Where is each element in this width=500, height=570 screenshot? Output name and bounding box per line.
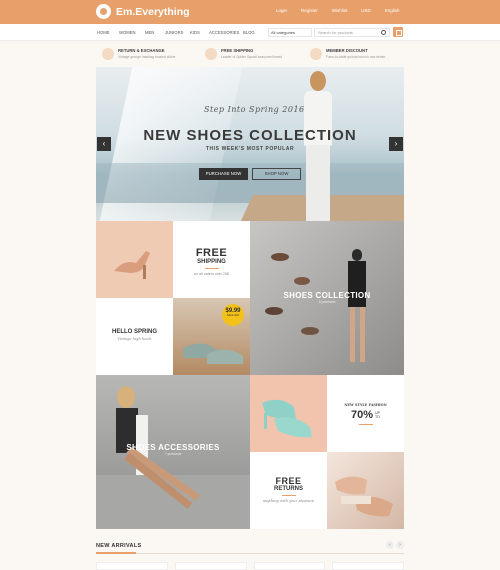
cart-icon[interactable] [393, 27, 403, 37]
nav-accessories[interactable]: ACCESSORIES [209, 30, 239, 35]
search-icon[interactable] [381, 30, 386, 35]
features-strip: RETURN & EXCHANGE Vintage grunge hashtag… [0, 41, 500, 67]
nav-kids[interactable]: KIDS [190, 30, 200, 35]
slider-prev-button[interactable]: ‹ [97, 137, 111, 151]
feature-sub: Farm-to-table quinoa brunch raw denim [326, 55, 386, 59]
mint-shoes-tile[interactable] [250, 375, 327, 452]
return-icon [102, 48, 114, 60]
nav-home[interactable]: HOME [97, 30, 110, 35]
slider-next-button[interactable]: › [389, 137, 403, 151]
category-select[interactable]: All categories [268, 28, 312, 37]
login-link[interactable]: Login [276, 8, 287, 13]
new-style-label: NEW STYLE FASHION [344, 403, 387, 407]
heels-image [335, 476, 393, 517]
top-bar: Em.Everything Login Register Wishlist US… [0, 0, 500, 24]
product-list [96, 562, 404, 570]
shoes-collection-note: 8 products [318, 300, 336, 304]
shoes-accessories-note: 7 products [164, 452, 182, 456]
top-links: Login Register Wishlist USD English [276, 8, 400, 13]
sandal-tile[interactable] [96, 221, 173, 298]
wishlist-link[interactable]: Wishlist [332, 8, 348, 13]
product-card[interactable] [253, 562, 326, 570]
nav-men[interactable]: MEN [145, 30, 154, 35]
product-card[interactable] [332, 562, 404, 570]
brand-name: Em.Everything [116, 5, 190, 18]
free-returns-tile[interactable]: FREE RETURNS anything with your pleasure [250, 452, 327, 529]
currency-select[interactable]: USD [361, 8, 371, 13]
hello-spring-title: HELLO SPRING [111, 329, 157, 335]
shoes-accessories-title: SHOES ACCESSORIES [126, 443, 220, 452]
arrivals-next-button[interactable]: › [396, 541, 404, 549]
new-arrivals-title: NEW ARRIVALS [96, 543, 142, 549]
purchase-now-button[interactable]: PURCHASE NOW [199, 168, 248, 180]
shoes-collection-title: SHOES COLLECTION [283, 291, 371, 300]
free-returns-note: anything with your pleasure [262, 499, 315, 503]
sandal-image [114, 251, 150, 279]
gift-icon [310, 48, 322, 60]
feature-title: MEMBER DISCOUNT [326, 48, 368, 53]
nav-women[interactable]: WOMEN [119, 30, 136, 35]
main-nav: HOME WOMEN MEN JUNIORS KIDS ACCESSORIES … [0, 24, 500, 41]
free-returns-sub: RETURNS [273, 486, 303, 492]
section-divider [96, 552, 404, 554]
mint-shoes-image [262, 399, 312, 438]
logo[interactable]: Em.Everything [96, 4, 190, 19]
logo-icon [96, 4, 111, 19]
wedge-tile[interactable]: $9.99 SALE OFF [173, 298, 250, 375]
product-card[interactable] [96, 562, 168, 570]
heels-tile[interactable] [327, 452, 404, 529]
hero-subtitle: THIS WEEK'S MOST POPULAR [205, 146, 295, 152]
product-card[interactable] [174, 562, 247, 570]
price-badge: $9.99 SALE OFF [222, 304, 244, 326]
feature-sub: Leader of Spider Squad seasoned beard [221, 55, 283, 59]
feature-title: FREE SHIPPING [221, 48, 254, 53]
nav-juniors[interactable]: JUNIORS [165, 30, 183, 35]
arrivals-prev-button[interactable]: ‹ [386, 541, 394, 549]
hero-slider: Step Into Spring 2016 NEW SHOES COLLECTI… [96, 67, 404, 221]
discount-percent: 70% [350, 409, 374, 421]
search-input[interactable]: Search for products [314, 28, 390, 37]
free-returns-title: FREE [275, 476, 302, 486]
feature-sub: Vintage grunge hashtag tousled cliche [118, 55, 176, 59]
nav-blog[interactable]: BLOG [243, 30, 255, 35]
new-style-tile[interactable]: NEW STYLE FASHION 70% UP TO [327, 375, 404, 452]
register-link[interactable]: Register [301, 8, 318, 13]
free-shipping-tile[interactable]: FREE SHIPPING on all orders over 20$ [173, 221, 250, 298]
hero-tagline: Step Into Spring 2016 [204, 105, 305, 114]
up-to-text-2: TO [375, 415, 380, 419]
language-select[interactable]: English [385, 8, 400, 13]
hello-spring-tile[interactable]: HELLO SPRING Vintage high heels [96, 298, 173, 375]
page: Em.Everything Login Register Wishlist US… [0, 0, 500, 570]
hello-spring-note: Vintage high heels [117, 337, 152, 341]
feature-title: RETURN & EXCHANGE [118, 48, 165, 53]
free-shipping-title: FREE [195, 247, 228, 259]
hero-title: NEW SHOES COLLECTION [143, 127, 357, 144]
new-arrivals-header: NEW ARRIVALS ‹ › [96, 541, 404, 561]
free-shipping-note: on all orders over 20$ [194, 272, 229, 276]
truck-icon [205, 48, 217, 60]
shop-now-button[interactable]: SHOP NOW [252, 168, 301, 180]
shoes-accessories-tile[interactable]: SHOES ACCESSORIES 7 products [96, 375, 250, 529]
shoes-collection-tile[interactable]: SHOES COLLECTION 8 products [250, 221, 404, 375]
free-shipping-sub: SHIPPING [197, 259, 226, 265]
